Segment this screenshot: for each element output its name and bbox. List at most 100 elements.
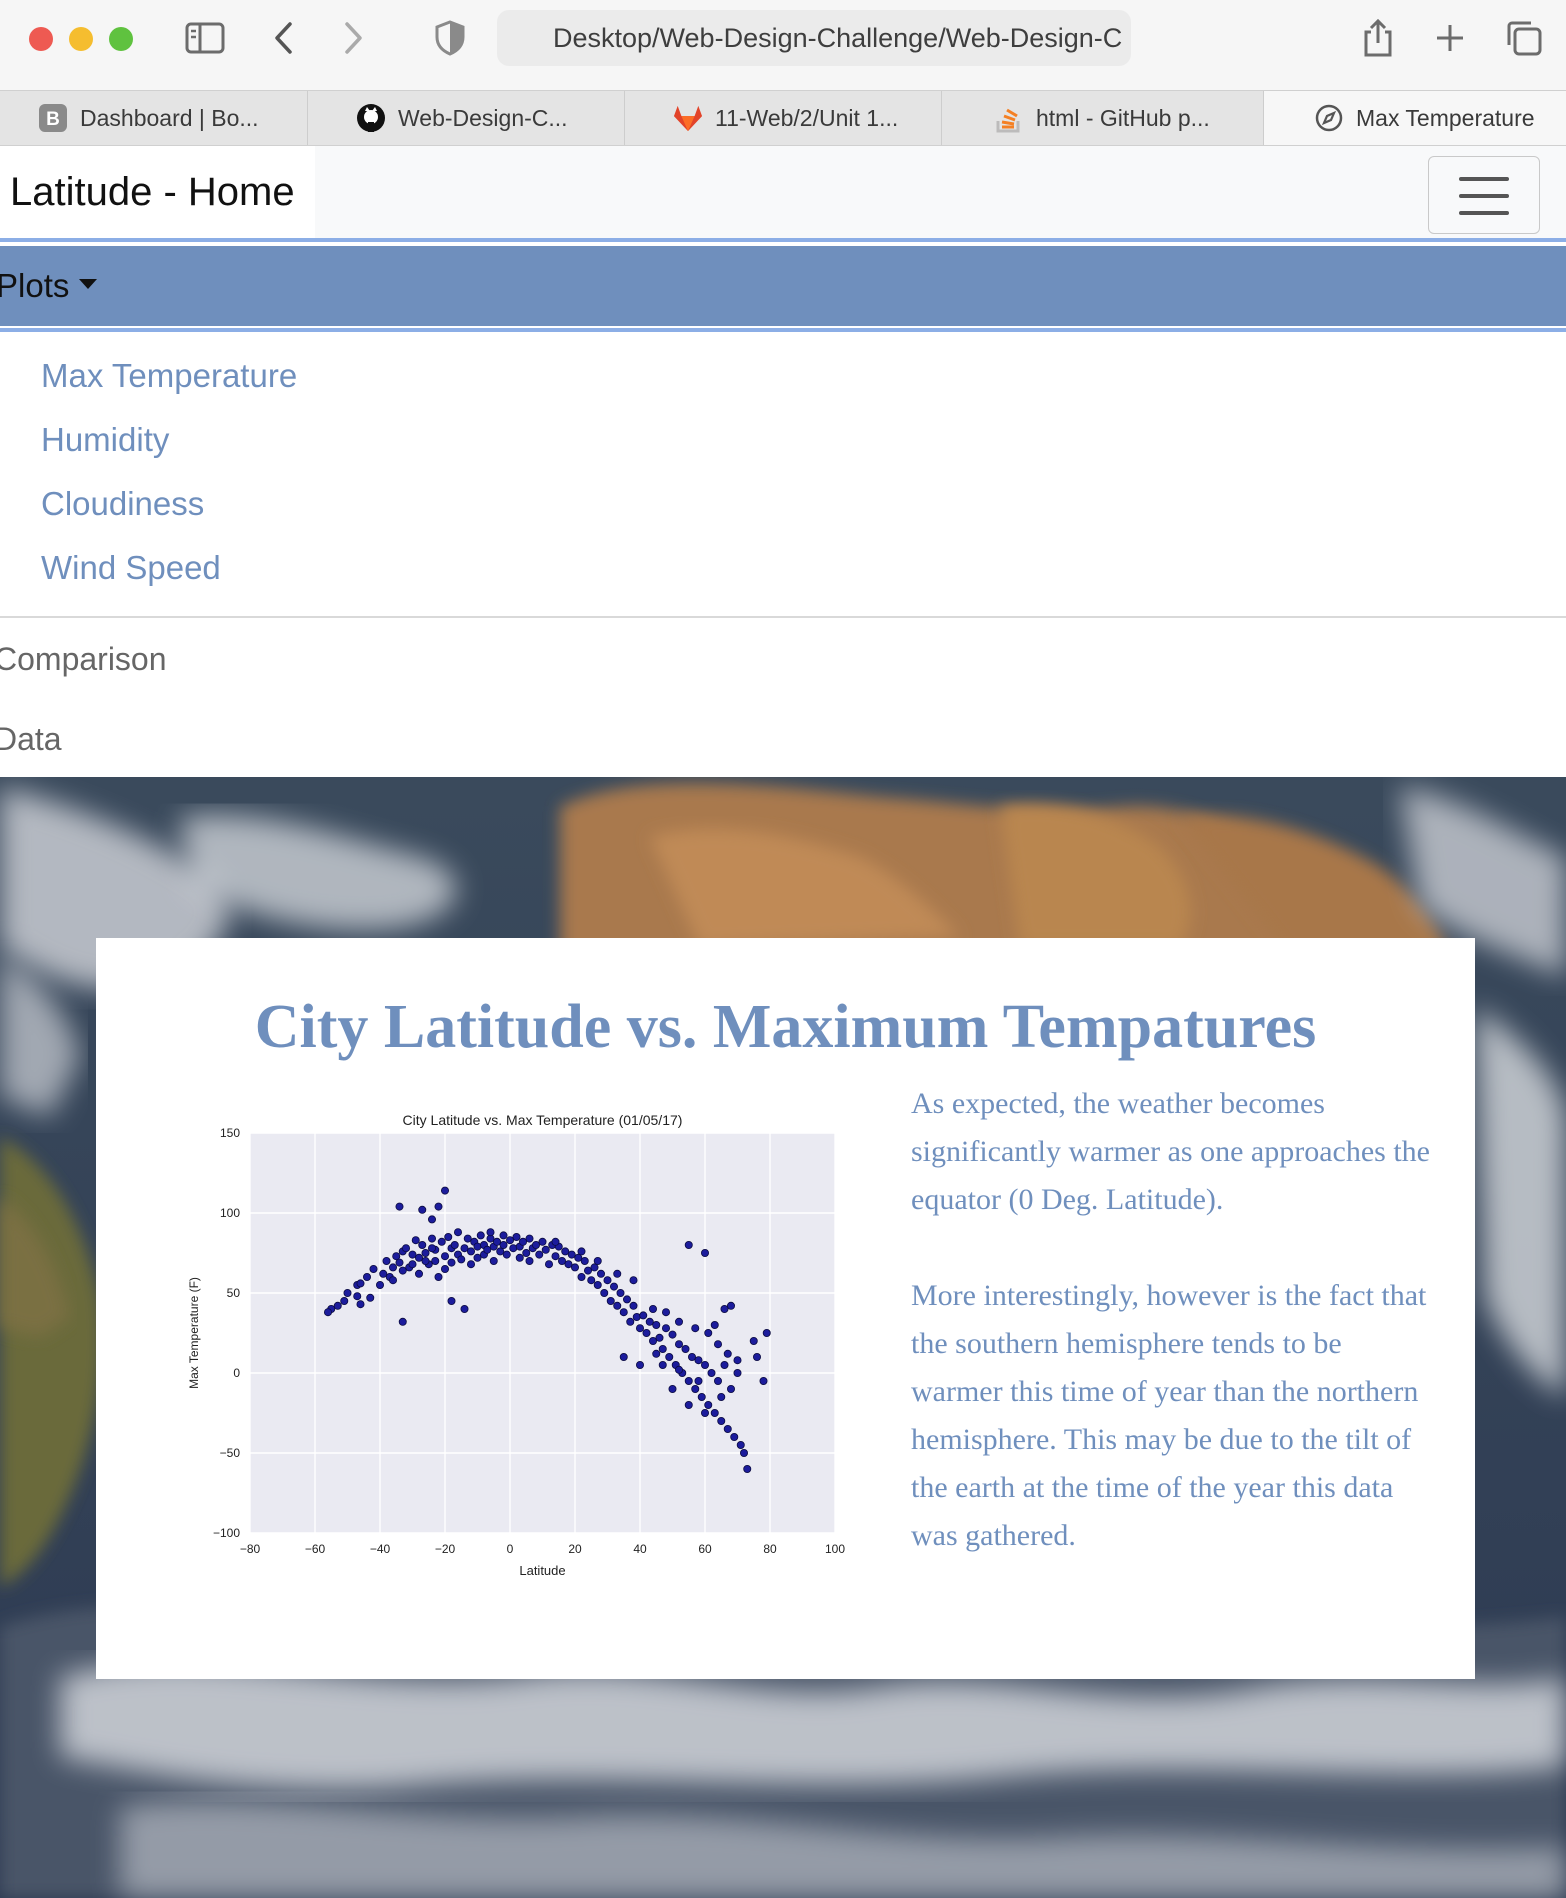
data-point (483, 1245, 492, 1254)
dropdown-item-max-temperature[interactable]: Max Temperature (41, 357, 297, 395)
url-text: Desktop/Web-Design-Challenge/Web-Design-… (553, 23, 1123, 53)
data-point (727, 1301, 736, 1310)
data-point (515, 1253, 524, 1262)
x-tick-label: −40 (370, 1542, 391, 1556)
dropdown-divider (0, 616, 1566, 618)
tab-gitlab[interactable]: 11-Web/2/Unit 1... (625, 91, 942, 145)
x-tick-label: −20 (435, 1542, 456, 1556)
plots-dropdown-toggle[interactable]: Plots (0, 246, 98, 326)
data-point (717, 1392, 726, 1401)
x-tick-label: 60 (698, 1542, 712, 1556)
nav-item-comparison[interactable]: Comparison (0, 641, 167, 678)
data-point (701, 1248, 710, 1257)
data-point (323, 1308, 332, 1317)
zoom-window-button[interactable] (109, 27, 133, 51)
tab-max-temperature[interactable]: Max Temperature (1264, 91, 1566, 145)
data-point (418, 1240, 427, 1249)
tab-overview-icon[interactable] (1502, 16, 1546, 60)
privacy-shield-icon[interactable] (428, 16, 472, 60)
compass-icon (1314, 103, 1344, 133)
close-window-button[interactable] (29, 27, 53, 51)
tab-github[interactable]: Web-Design-C... (308, 91, 625, 145)
data-point (613, 1269, 622, 1278)
data-point (642, 1328, 651, 1337)
minimize-window-button[interactable] (69, 27, 93, 51)
y-tick-label: 150 (220, 1126, 240, 1140)
data-point (704, 1328, 713, 1337)
data-point (730, 1432, 739, 1441)
data-point (453, 1228, 462, 1237)
y-tick-label: 0 (233, 1366, 240, 1380)
data-point (749, 1336, 758, 1345)
data-point (509, 1244, 518, 1253)
data-point (343, 1288, 352, 1297)
data-point (710, 1320, 719, 1329)
data-point (616, 1288, 625, 1297)
data-point (463, 1234, 472, 1243)
sidebar-toggle-icon[interactable] (183, 16, 227, 60)
forward-icon[interactable] (331, 16, 375, 60)
dropdown-item-humidity[interactable]: Humidity (41, 421, 169, 459)
data-point (525, 1234, 534, 1243)
address-bar[interactable]: Desktop/Web-Design-Challenge/Web-Design-… (497, 10, 1131, 66)
data-point (437, 1237, 446, 1246)
description-text: As expected, the weather becomes signifi… (911, 1080, 1431, 1608)
data-point (720, 1304, 729, 1313)
y-tick-label: 50 (227, 1286, 241, 1300)
data-point (577, 1247, 586, 1256)
navbar-brand[interactable]: Latitude - Home (0, 146, 315, 238)
data-point (460, 1304, 469, 1313)
dropdown-item-wind-speed[interactable]: Wind Speed (41, 549, 221, 587)
github-icon (356, 103, 386, 133)
data-point (606, 1296, 615, 1305)
data-point (668, 1330, 677, 1339)
data-point (499, 1240, 508, 1249)
data-point (512, 1232, 521, 1241)
data-point (564, 1260, 573, 1269)
nav-item-data[interactable]: Data (0, 721, 62, 758)
data-point (551, 1252, 560, 1261)
data-point (427, 1234, 436, 1243)
data-point (541, 1245, 550, 1254)
data-point (691, 1384, 700, 1393)
description-paragraph: As expected, the weather becomes signifi… (911, 1087, 1430, 1216)
x-tick-label: −60 (305, 1542, 326, 1556)
tab-stackoverflow[interactable]: html - GitHub p... (942, 91, 1264, 145)
dropdown-item-cloudiness[interactable]: Cloudiness (41, 485, 204, 523)
data-point (652, 1320, 661, 1329)
data-point (733, 1356, 742, 1365)
data-point (570, 1263, 579, 1272)
data-point (632, 1312, 641, 1321)
data-point (356, 1279, 365, 1288)
data-point (518, 1237, 527, 1246)
data-point (382, 1256, 391, 1265)
data-point (421, 1248, 430, 1257)
content-card: City Latitude vs. Maximum Tempatures −80… (96, 938, 1475, 1679)
data-point (398, 1317, 407, 1326)
data-point (681, 1344, 690, 1353)
data-point (369, 1264, 378, 1273)
navbar-toggler-button[interactable] (1428, 156, 1540, 234)
data-point (580, 1256, 589, 1265)
data-point (661, 1308, 670, 1317)
data-point (502, 1250, 511, 1259)
bootstrap-icon: B (38, 103, 68, 133)
new-tab-icon[interactable] (1428, 16, 1472, 60)
data-point (613, 1301, 622, 1310)
back-icon[interactable] (262, 16, 306, 60)
data-point (466, 1260, 475, 1269)
site-navbar: Latitude - Home (0, 146, 1566, 238)
tab-dashboard[interactable]: B Dashboard | Bo... (0, 91, 308, 145)
data-point (499, 1231, 508, 1240)
data-point (674, 1317, 683, 1326)
data-point (473, 1253, 482, 1262)
data-point (440, 1264, 449, 1273)
chart-title: City Latitude vs. Max Temperature (01/05… (403, 1112, 683, 1128)
data-point (684, 1240, 693, 1249)
data-point (561, 1247, 570, 1256)
data-point (658, 1344, 667, 1353)
data-point (421, 1256, 430, 1265)
share-icon[interactable] (1356, 16, 1400, 60)
x-tick-label: 80 (763, 1542, 777, 1556)
data-point (723, 1424, 732, 1433)
